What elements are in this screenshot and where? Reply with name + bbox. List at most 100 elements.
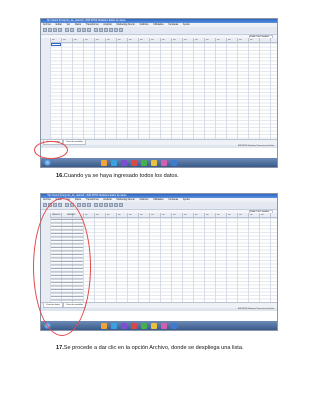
explorer-icon[interactable]	[101, 322, 107, 329]
media-icon[interactable]	[121, 322, 127, 329]
column-header-7[interactable]: var	[118, 38, 121, 42]
active-cell[interactable]	[51, 43, 61, 46]
menu-datos[interactable]: Datos	[75, 198, 81, 201]
open-icon[interactable]	[43, 28, 47, 32]
column-header-5[interactable]: var	[107, 213, 110, 217]
goto-case-icon[interactable]	[77, 28, 81, 32]
menu-datos[interactable]: Datos	[75, 23, 81, 26]
value-labels-icon[interactable]	[119, 28, 123, 32]
column-header-9[interactable]: var	[151, 213, 154, 217]
column-header-3[interactable]: var	[85, 213, 88, 217]
menu-ventanas[interactable]: Ventanas	[168, 23, 178, 26]
column-header-5[interactable]: var	[96, 38, 99, 42]
column-header-13[interactable]: var	[195, 213, 198, 217]
insert-variable-icon[interactable]	[99, 203, 103, 207]
column-header-14[interactable]: var	[195, 38, 198, 42]
column-header-17[interactable]: var	[239, 213, 242, 217]
print-icon[interactable]	[53, 28, 57, 32]
start-button-icon[interactable]	[44, 159, 51, 166]
column-header-6[interactable]: var	[107, 38, 110, 42]
app-icon[interactable]	[131, 159, 137, 166]
column-header-10[interactable]: var	[151, 38, 154, 42]
column-header-11[interactable]: var	[162, 38, 165, 42]
column-header-1[interactable]: var	[52, 38, 55, 42]
spss-icon[interactable]	[171, 322, 177, 329]
app-icon[interactable]	[161, 322, 167, 329]
save-icon[interactable]	[48, 28, 52, 32]
browser-icon[interactable]	[111, 322, 117, 329]
column-header-13[interactable]: var	[184, 38, 187, 42]
insert-case-icon[interactable]	[94, 203, 98, 207]
menu-transformar[interactable]: Transformar	[86, 198, 99, 201]
column-header-8[interactable]: var	[129, 38, 132, 42]
menu-ayuda[interactable]: Ayuda	[183, 23, 190, 26]
menu-marketing[interactable]: Marketing directo	[117, 23, 135, 26]
column-header-11[interactable]: var	[173, 213, 176, 217]
menu-archivo[interactable]: Archivo	[43, 198, 51, 201]
redo-icon[interactable]	[70, 28, 74, 32]
menu-ayuda[interactable]: Ayuda	[183, 198, 190, 201]
app-icon[interactable]	[161, 159, 167, 166]
app-icon[interactable]	[141, 159, 147, 166]
insert-case-icon[interactable]	[94, 28, 98, 32]
split-file-icon[interactable]	[104, 203, 108, 207]
spss-icon[interactable]	[171, 159, 177, 166]
column-header-4[interactable]: var	[96, 213, 99, 217]
select-cases-icon[interactable]	[114, 203, 118, 207]
column-header-7[interactable]: var	[129, 213, 132, 217]
column-header-9[interactable]: var	[140, 38, 143, 42]
menu-transformar[interactable]: Transformar	[86, 23, 99, 26]
open-icon[interactable]	[43, 203, 47, 207]
variables-icon[interactable]	[82, 203, 86, 207]
menu-analizar[interactable]: Analizar	[103, 23, 112, 26]
column-header-18[interactable]: var	[239, 38, 242, 42]
column-header-17[interactable]: var	[228, 38, 231, 42]
dialog-recall-icon[interactable]	[58, 28, 62, 32]
browser-icon[interactable]	[111, 159, 117, 166]
column-header-19[interactable]: var	[261, 213, 264, 217]
column-header-16[interactable]: var	[217, 38, 220, 42]
column-header-14[interactable]: var	[206, 213, 209, 217]
app-icon[interactable]	[151, 159, 157, 166]
menu-analizar[interactable]: Analizar	[103, 198, 112, 201]
column-header-15[interactable]: var	[217, 213, 220, 217]
menu-utilidades[interactable]: Utilidades	[153, 198, 164, 201]
weight-cases-icon[interactable]	[109, 28, 113, 32]
menu-editar[interactable]: Editar	[56, 23, 62, 26]
app-icon[interactable]	[141, 322, 147, 329]
menu-ver[interactable]: Ver	[67, 23, 71, 26]
column-header-19[interactable]: var	[250, 38, 253, 42]
column-header-8[interactable]: var	[140, 213, 143, 217]
column-header-4[interactable]: var	[85, 38, 88, 42]
undo-icon[interactable]	[65, 28, 69, 32]
menu-marketing[interactable]: Marketing directo	[117, 198, 135, 201]
goto-case-icon[interactable]	[77, 203, 81, 207]
column-header-16[interactable]: var	[228, 213, 231, 217]
menu-utilidades[interactable]: Utilidades	[153, 23, 164, 26]
value-labels-icon[interactable]	[119, 203, 123, 207]
column-header-18[interactable]: var	[250, 213, 253, 217]
column-header-2[interactable]: var	[63, 38, 66, 42]
column-header-6[interactable]: var	[118, 213, 121, 217]
column-header-12[interactable]: var	[173, 38, 176, 42]
menu-ventanas[interactable]: Ventanas	[168, 198, 178, 201]
split-file-icon[interactable]	[104, 28, 108, 32]
menu-graficos[interactable]: Gráficos	[140, 23, 149, 26]
menu-graficos[interactable]: Gráficos	[140, 198, 149, 201]
find-icon[interactable]	[87, 28, 91, 32]
explorer-icon[interactable]	[101, 159, 107, 166]
column-header-12[interactable]: var	[184, 213, 187, 217]
app-icon[interactable]	[151, 322, 157, 329]
column-header-10[interactable]: var	[162, 213, 165, 217]
menu-archivo[interactable]: Archivo	[43, 23, 51, 26]
weight-cases-icon[interactable]	[109, 203, 113, 207]
insert-variable-icon[interactable]	[99, 28, 103, 32]
select-cases-icon[interactable]	[114, 28, 118, 32]
media-icon[interactable]	[121, 159, 127, 166]
find-icon[interactable]	[87, 203, 91, 207]
data-grid[interactable]	[50, 43, 277, 139]
app-icon[interactable]	[131, 322, 137, 329]
column-header-15[interactable]: var	[206, 38, 209, 42]
column-header-3[interactable]: var	[74, 38, 77, 42]
variables-icon[interactable]	[82, 28, 86, 32]
